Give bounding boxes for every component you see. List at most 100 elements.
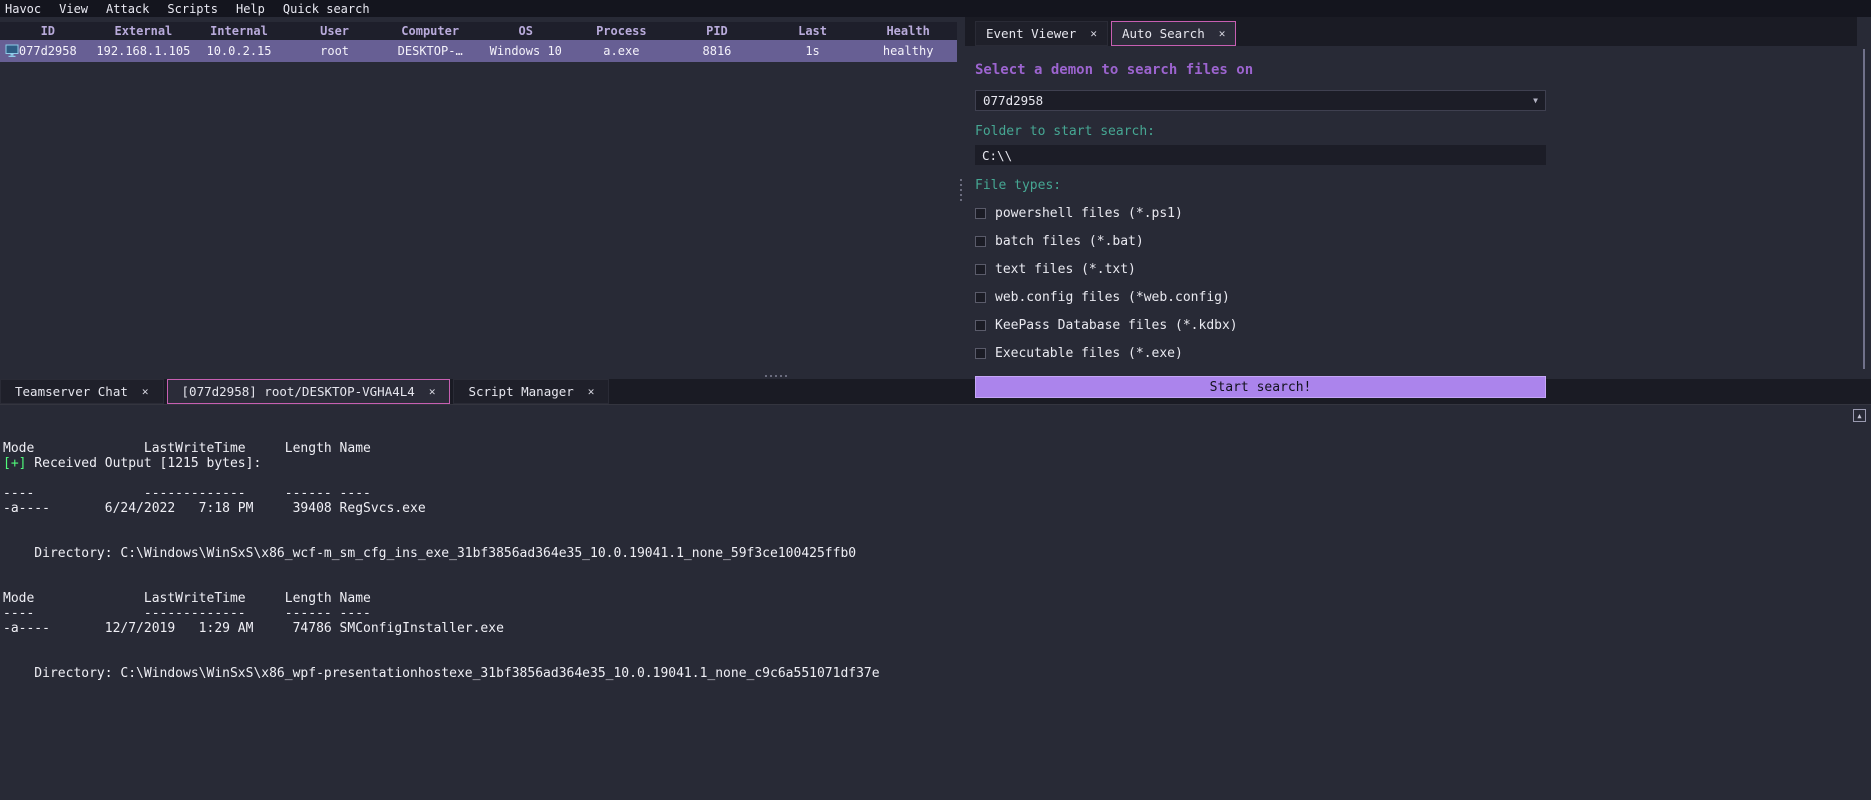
session-table-header: ID External Internal User Computer OS Pr… bbox=[0, 22, 957, 40]
terminal-line bbox=[3, 561, 1871, 576]
terminal-line bbox=[3, 576, 1871, 591]
close-icon[interactable]: ✕ bbox=[1090, 27, 1097, 40]
checkbox-icon[interactable] bbox=[975, 348, 986, 359]
session-cell-computer: DESKTOP-… bbox=[382, 40, 478, 62]
auto-search-panel: Select a demon to search files on 077d29… bbox=[965, 46, 1857, 398]
terminal-line bbox=[3, 411, 1871, 426]
sessions-table: ID External Internal User Computer OS Pr… bbox=[0, 17, 957, 373]
folder-input[interactable] bbox=[975, 145, 1546, 165]
tab-label: Auto Search bbox=[1122, 26, 1205, 41]
checkbox-label: powershell files (*.ps1) bbox=[995, 206, 1183, 221]
terminal-line: Directory: C:\Windows\WinSxS\x86_wpf-pre… bbox=[3, 666, 1871, 681]
tab-label: Teamserver Chat bbox=[15, 384, 128, 399]
demon-monitor-icon bbox=[5, 44, 19, 58]
terminal-line: [+] Received Output [1215 bytes]: bbox=[3, 456, 1871, 471]
right-panel: Event Viewer ✕ Auto Search ✕ Select a de… bbox=[965, 17, 1871, 373]
tab-script-manager[interactable]: Script Manager ✕ bbox=[453, 379, 609, 404]
filetype-batch[interactable]: batch files (*.bat) bbox=[975, 234, 1857, 249]
horizontal-splitter-handle[interactable] bbox=[775, 375, 777, 377]
session-cell-last: 1s bbox=[765, 40, 861, 62]
checkbox-icon[interactable] bbox=[975, 208, 986, 219]
column-header-last[interactable]: Last bbox=[765, 22, 861, 40]
session-cell-internal: 10.0.2.15 bbox=[191, 40, 287, 62]
filetype-executable[interactable]: Executable files (*.exe) bbox=[975, 346, 1857, 361]
start-search-button[interactable]: Start search! bbox=[975, 376, 1546, 398]
session-cell-health: healthy bbox=[860, 40, 956, 62]
session-cell-process: a.exe bbox=[574, 40, 670, 62]
terminal-line: Directory: C:\Windows\WinSxS\x86_wcf-m_s… bbox=[3, 546, 1871, 561]
demon-select-dropdown[interactable]: 077d2958 ▼ bbox=[975, 90, 1546, 111]
vertical-splitter[interactable] bbox=[957, 17, 965, 373]
checkbox-label: batch files (*.bat) bbox=[995, 234, 1144, 249]
filetype-webconfig[interactable]: web.config files (*web.config) bbox=[975, 290, 1857, 305]
column-header-computer[interactable]: Computer bbox=[382, 22, 478, 40]
session-cell-external: 192.168.1.105 bbox=[96, 40, 192, 62]
right-panel-scrollbar[interactable] bbox=[1857, 17, 1871, 373]
tab-demon-interact[interactable]: [077d2958] root/DESKTOP-VGHA4L4 ✕ bbox=[167, 379, 451, 404]
close-icon[interactable]: ✕ bbox=[429, 385, 436, 398]
terminal-line bbox=[3, 651, 1871, 666]
close-icon[interactable]: ✕ bbox=[588, 385, 595, 398]
checkbox-label: KeePass Database files (*.kdbx) bbox=[995, 318, 1238, 333]
column-header-pid[interactable]: PID bbox=[669, 22, 765, 40]
tab-event-viewer[interactable]: Event Viewer ✕ bbox=[975, 21, 1108, 46]
demon-select-value: 077d2958 bbox=[983, 93, 1043, 108]
terminal-line bbox=[3, 531, 1871, 546]
terminal-output[interactable]: ▲ Mode LastWriteTime Length Name[+] Rece… bbox=[0, 404, 1871, 800]
checkbox-icon[interactable] bbox=[975, 236, 986, 247]
filetype-text[interactable]: text files (*.txt) bbox=[975, 262, 1857, 277]
checkbox-icon[interactable] bbox=[975, 264, 986, 275]
menu-item-scripts[interactable]: Scripts bbox=[158, 1, 227, 17]
close-icon[interactable]: ✕ bbox=[1219, 27, 1226, 40]
checkbox-label: web.config files (*web.config) bbox=[995, 290, 1230, 305]
checkbox-label: text files (*.txt) bbox=[995, 262, 1136, 277]
chevron-down-icon: ▼ bbox=[1533, 96, 1538, 105]
terminal-line bbox=[3, 426, 1871, 441]
auto-search-title: Select a demon to search files on bbox=[975, 62, 1857, 78]
terminal-line: Mode LastWriteTime Length Name bbox=[3, 591, 1871, 606]
checkbox-label: Executable files (*.exe) bbox=[995, 346, 1183, 361]
column-header-id[interactable]: ID bbox=[0, 22, 96, 40]
terminal-line bbox=[3, 636, 1871, 651]
folder-label: Folder to start search: bbox=[975, 124, 1857, 139]
scrollbar-thumb[interactable] bbox=[1863, 49, 1865, 369]
terminal-line bbox=[3, 516, 1871, 531]
session-row[interactable]: 077d2958 192.168.1.105 10.0.2.15 root DE… bbox=[0, 40, 957, 62]
scroll-up-arrow-icon[interactable]: ▲ bbox=[1853, 409, 1866, 422]
top-region: ID External Internal User Computer OS Pr… bbox=[0, 17, 1871, 373]
column-header-health[interactable]: Health bbox=[860, 22, 956, 40]
tab-auto-search[interactable]: Auto Search ✕ bbox=[1111, 21, 1236, 46]
tab-label: [077d2958] root/DESKTOP-VGHA4L4 bbox=[182, 384, 415, 399]
column-header-user[interactable]: User bbox=[287, 22, 383, 40]
session-cell-os: Windows 10 bbox=[478, 40, 574, 62]
close-icon[interactable]: ✕ bbox=[142, 385, 149, 398]
checkbox-icon[interactable] bbox=[975, 320, 986, 331]
checkbox-icon[interactable] bbox=[975, 292, 986, 303]
filetype-keepass[interactable]: KeePass Database files (*.kdbx) bbox=[975, 318, 1857, 333]
column-header-process[interactable]: Process bbox=[574, 22, 670, 40]
menu-item-attack[interactable]: Attack bbox=[97, 1, 158, 17]
tab-teamserver-chat[interactable]: Teamserver Chat ✕ bbox=[0, 379, 164, 404]
column-header-external[interactable]: External bbox=[96, 22, 192, 40]
column-header-os[interactable]: OS bbox=[478, 22, 574, 40]
terminal-line: ---- ------------- ------ ---- bbox=[3, 606, 1871, 621]
tab-label: Event Viewer bbox=[986, 26, 1076, 41]
menu-item-help[interactable]: Help bbox=[227, 1, 274, 17]
file-types-label: File types: bbox=[975, 178, 1857, 193]
horizontal-splitter[interactable] bbox=[0, 373, 1871, 379]
terminal-line: ---- ------------- ------ ---- bbox=[3, 486, 1871, 501]
menubar: Havoc View Attack Scripts Help Quick sea… bbox=[0, 0, 1871, 17]
menu-item-view[interactable]: View bbox=[50, 1, 97, 17]
terminal-line: -a---- 12/7/2019 1:29 AM 74786 SMConfigI… bbox=[3, 621, 1871, 636]
terminal-line bbox=[3, 471, 1871, 486]
tab-label: Script Manager bbox=[468, 384, 573, 399]
column-header-internal[interactable]: Internal bbox=[191, 22, 287, 40]
terminal-line: Mode LastWriteTime Length Name bbox=[3, 441, 1871, 456]
menu-item-havoc[interactable]: Havoc bbox=[0, 1, 50, 17]
session-cell-user: root bbox=[287, 40, 383, 62]
filetype-powershell[interactable]: powershell files (*.ps1) bbox=[975, 206, 1857, 221]
terminal-line: -a---- 6/24/2022 7:18 PM 39408 RegSvcs.e… bbox=[3, 501, 1871, 516]
vertical-splitter-handle[interactable] bbox=[960, 189, 962, 191]
menu-item-quick-search[interactable]: Quick search bbox=[274, 1, 379, 17]
right-panel-tabbar: Event Viewer ✕ Auto Search ✕ bbox=[965, 17, 1857, 46]
